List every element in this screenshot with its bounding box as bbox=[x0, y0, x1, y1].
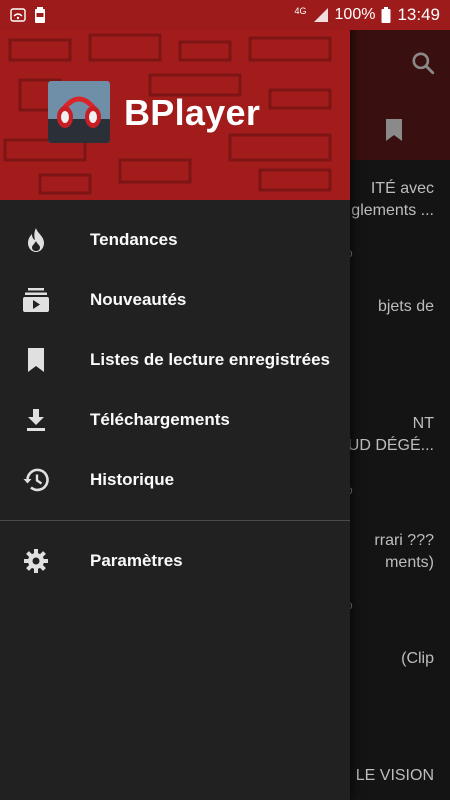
drawer-item-downloads[interactable]: Téléchargements bbox=[0, 390, 350, 450]
download-icon bbox=[22, 406, 50, 434]
drawer-item-history[interactable]: Historique bbox=[0, 450, 350, 510]
app-logo bbox=[48, 81, 110, 143]
gear-icon bbox=[22, 547, 50, 575]
drawer-item-label: Tendances bbox=[90, 230, 178, 249]
navigation-drawer: BPlayer Tendances Nouveautés Listes de l… bbox=[0, 0, 350, 800]
signal-icon bbox=[313, 8, 328, 22]
network-type: 4G bbox=[294, 5, 307, 16]
battery-percent: 100% bbox=[334, 6, 376, 23]
divider bbox=[0, 520, 350, 521]
status-bar: 4G 100% 13:49 bbox=[0, 0, 450, 30]
subscriptions-icon bbox=[22, 286, 50, 314]
bookmark-tab-icon[interactable] bbox=[384, 118, 404, 142]
drawer-item-new[interactable]: Nouveautés bbox=[0, 270, 350, 330]
search-icon[interactable] bbox=[410, 50, 436, 76]
battery-icon bbox=[381, 7, 391, 23]
clock: 13:49 bbox=[397, 5, 440, 24]
drawer-item-label: Paramètres bbox=[90, 551, 183, 570]
drawer-item-saved-playlists[interactable]: Listes de lecture enregistrées bbox=[0, 330, 350, 390]
fire-icon bbox=[22, 226, 50, 254]
drawer-item-label: Téléchargements bbox=[90, 410, 230, 429]
app-name: BPlayer bbox=[124, 92, 261, 133]
bookmark-icon bbox=[22, 346, 50, 374]
wifi-icon bbox=[10, 8, 26, 22]
drawer-item-trending[interactable]: Tendances bbox=[0, 210, 350, 270]
history-icon bbox=[22, 466, 50, 494]
drawer-item-settings[interactable]: Paramètres bbox=[0, 531, 350, 591]
drawer-item-label: Listes de lecture enregistrées bbox=[90, 350, 331, 369]
drawer-header: BPlayer bbox=[0, 0, 350, 200]
drawer-item-label: Nouveautés bbox=[90, 290, 187, 309]
drawer-item-label: Historique bbox=[90, 470, 175, 489]
battery-saver-icon bbox=[35, 7, 45, 23]
